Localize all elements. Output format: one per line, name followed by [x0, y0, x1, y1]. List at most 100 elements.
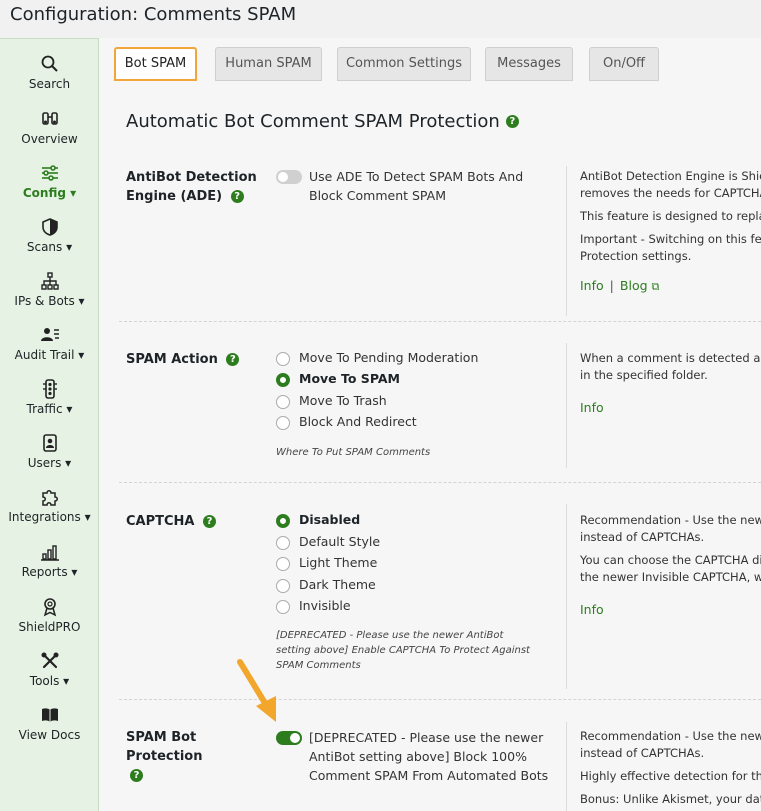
help-icon[interactable]: ? — [505, 115, 519, 128]
page-title: Configuration: Comments SPAM — [10, 4, 297, 25]
desc-line: instead of CAPTCHAs. — [580, 746, 705, 760]
sidebar-item-label: ShieldPRO — [18, 620, 81, 634]
section-title-text: Automatic Bot Comment SPAM Protection — [126, 111, 500, 132]
external-link-icon: ⧉ — [651, 280, 660, 293]
book-icon — [40, 705, 60, 725]
sidebar-item-label: Users ▾ — [27, 456, 72, 470]
captcha-description: Recommendation - Use the newer instead o… — [580, 512, 761, 592]
sidebar-item-overview[interactable]: Overview — [0, 109, 99, 146]
desc-line: instead of CAPTCHAs. — [580, 530, 705, 544]
spam-bot-toggle-text: [DEPRECATED - Please use the newer AntiB… — [309, 730, 549, 783]
tab-human-spam[interactable]: Human SPAM — [215, 47, 322, 81]
sidebar-item-users[interactable]: Users ▾ — [0, 433, 99, 470]
sidebar-item-label: Config ▾ — [22, 186, 77, 200]
sidebar: Search Overview Config ▾ Scans ▾ IPs & B… — [0, 38, 99, 811]
row-divider — [119, 321, 761, 322]
tab-bot-spam[interactable]: Bot SPAM — [114, 47, 197, 81]
sliders-icon — [40, 163, 60, 183]
radio-dot — [276, 536, 290, 550]
spam-bot-description: Recommendation - Use the newer instead o… — [580, 728, 761, 811]
desc-line: When a comment is detected as being — [580, 351, 761, 365]
sidebar-item-ips-bots[interactable]: IPs & Bots ▾ — [0, 271, 99, 308]
radio-dot — [276, 416, 290, 430]
help-icon[interactable]: ? — [226, 353, 240, 366]
radio-dot — [276, 557, 290, 571]
spam-bot-label-text: SPAM Bot Protection — [126, 730, 203, 764]
sidebar-item-search[interactable]: Search — [0, 54, 99, 91]
radio-dot — [276, 514, 290, 528]
radio-dot — [276, 600, 290, 614]
sidebar-item-label: IPs & Bots ▾ — [14, 294, 85, 308]
radio-label: Disabled — [299, 512, 361, 527]
help-icon[interactable]: ? — [130, 769, 143, 782]
desc-line: removes the needs for CAPTCHA and — [580, 186, 761, 200]
binoculars-icon — [40, 109, 60, 129]
desc-line: This feature is designed to replace — [580, 209, 761, 223]
help-icon[interactable]: ? — [203, 515, 217, 528]
desc-line: AntiBot Detection Engine is ShieldPRO — [580, 169, 761, 183]
tab-common-settings[interactable]: Common Settings — [337, 47, 471, 81]
ade-toggle-text: Use ADE To Detect SPAM Bots And Block Co… — [309, 169, 524, 203]
ade-links: Info | Blog ⧉ — [580, 278, 659, 294]
section-title: Automatic Bot Comment SPAM Protection? — [126, 111, 519, 132]
spam-bot-toggle[interactable] — [276, 731, 302, 745]
sidebar-item-reports[interactable]: Reports ▾ — [0, 542, 99, 579]
radio-dot — [276, 373, 290, 387]
captcha-hint: [DEPRECATED - Please use the newer AntiB… — [276, 630, 530, 671]
ade-toggle[interactable] — [276, 170, 302, 184]
radio-dot — [276, 352, 290, 366]
desc-line: Bonus: Unlike Akismet, your data is — [580, 792, 761, 806]
spam-action-links: Info — [580, 400, 604, 415]
help-icon[interactable]: ? — [230, 190, 244, 203]
desc-line: in the specified folder. — [580, 368, 708, 382]
sidebar-item-label: View Docs — [18, 728, 81, 742]
radio-label: Block And Redirect — [299, 414, 417, 429]
info-link[interactable]: Info — [580, 278, 604, 293]
info-link[interactable]: Info — [580, 400, 604, 415]
link-separator: | — [609, 278, 614, 293]
sidebar-item-scans[interactable]: Scans ▾ — [0, 217, 99, 254]
info-link[interactable]: Info — [580, 602, 604, 617]
blog-link[interactable]: Blog ⧉ — [620, 278, 659, 293]
spam-action-hint: Where To Put SPAM Comments — [276, 447, 431, 458]
user-badge-icon — [40, 433, 60, 453]
sidebar-item-traffic[interactable]: Traffic ▾ — [0, 379, 99, 416]
desc-line: Recommendation - Use the newer — [580, 513, 761, 527]
desc-line: Recommendation - Use the newer — [580, 729, 761, 743]
puzzle-icon — [40, 487, 60, 507]
radio-label: Default Style — [299, 534, 381, 549]
radio-label: Move To Trash — [299, 393, 387, 408]
annotation-arrow-icon — [237, 659, 276, 722]
column-divider — [566, 343, 567, 468]
sidebar-item-label: Integrations ▾ — [8, 510, 91, 524]
sidebar-item-label: Overview — [21, 132, 78, 146]
sidebar-item-label: Tools ▾ — [29, 674, 70, 688]
sidebar-item-config[interactable]: Config ▾ — [0, 163, 99, 200]
traffic-light-icon — [40, 379, 60, 399]
search-icon — [40, 54, 60, 74]
desc-line: Protection settings. — [580, 249, 692, 263]
tools-icon — [40, 651, 60, 671]
sidebar-item-view-docs[interactable]: View Docs — [0, 705, 99, 742]
tab-messages[interactable]: Messages — [485, 47, 573, 81]
radio-label: Move To Pending Moderation — [299, 350, 479, 365]
ade-label: AntiBot Detection Engine (ADE) ? — [126, 168, 266, 206]
sidebar-item-label: Traffic ▾ — [26, 402, 73, 416]
radio-label: Invisible — [299, 598, 351, 613]
captcha-label-text: CAPTCHA — [126, 514, 195, 529]
sidebar-item-shieldpro[interactable]: ShieldPRO — [0, 597, 99, 634]
spam-action-label: SPAM Action ? — [126, 350, 266, 369]
spam-bot-label: SPAM Bot Protection ? — [126, 728, 206, 785]
award-icon — [40, 597, 60, 617]
desc-line: You can choose the CAPTCHA display — [580, 553, 761, 567]
sidebar-item-tools[interactable]: Tools ▾ — [0, 651, 99, 688]
bar-chart-icon — [40, 542, 60, 562]
desc-line: Important - Switching on this feature — [580, 232, 761, 246]
tab-on-off[interactable]: On/Off — [589, 47, 659, 81]
sidebar-item-integrations[interactable]: Integrations ▾ — [0, 487, 99, 524]
desc-line: Highly effective detection for the most — [580, 769, 761, 783]
column-divider — [566, 166, 567, 316]
radio-label: Move To SPAM — [299, 371, 400, 386]
sidebar-item-audit-trail[interactable]: Audit Trail ▾ — [0, 325, 99, 362]
radio-dot — [276, 579, 290, 593]
